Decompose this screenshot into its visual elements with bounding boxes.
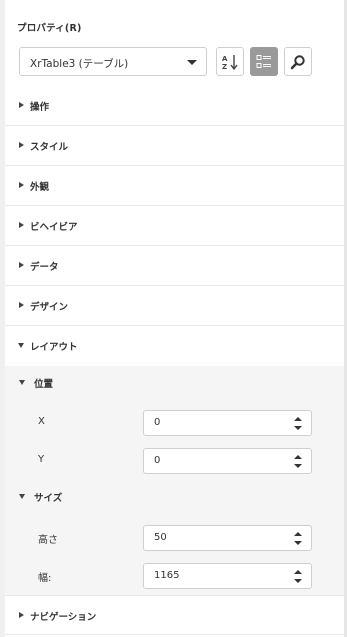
section-actions[interactable]: 操作	[5, 86, 344, 126]
section-label: スタイル	[30, 142, 69, 153]
chevron-right-icon	[19, 612, 24, 618]
section-label: 外観	[30, 182, 50, 193]
section-label: ビヘイビア	[30, 222, 78, 233]
spin-up-icon[interactable]	[294, 417, 302, 421]
subsection-label: サイズ	[34, 493, 63, 504]
spin-down-icon[interactable]	[294, 541, 302, 545]
y-value: 0	[154, 455, 161, 466]
property-row-width: 幅: 1165	[5, 563, 344, 589]
chevron-down-icon	[19, 380, 25, 385]
property-row-height: 高さ 50	[5, 525, 344, 551]
property-label: 幅:	[38, 573, 52, 584]
width-input[interactable]: 1165	[143, 563, 312, 589]
property-label: 高さ	[38, 535, 58, 546]
chevron-right-icon	[19, 262, 24, 268]
spin-up-icon[interactable]	[294, 532, 302, 536]
chevron-right-icon	[19, 102, 24, 108]
properties-panel: プロパティ(R) XrTable3 (テーブル) A Z 操作 スタイル 外観 …	[5, 0, 344, 637]
chevron-right-icon	[19, 182, 24, 188]
height-value: 50	[154, 532, 167, 543]
panel-title: プロパティ(R)	[17, 23, 82, 34]
chevron-down-icon	[187, 60, 197, 65]
section-design[interactable]: デザイン	[5, 286, 344, 326]
svg-text:A: A	[222, 55, 228, 63]
subsection-size[interactable]: サイズ	[5, 486, 344, 510]
section-layout[interactable]: レイアウト	[5, 326, 344, 366]
section-label: 操作	[30, 102, 50, 113]
section-data[interactable]: データ	[5, 246, 344, 286]
chevron-right-icon	[19, 222, 24, 228]
spin-down-icon[interactable]	[294, 579, 302, 583]
height-input[interactable]: 50	[143, 525, 312, 551]
section-behavior[interactable]: ビヘイビア	[5, 206, 344, 246]
x-input[interactable]: 0	[143, 410, 312, 436]
section-styles[interactable]: スタイル	[5, 126, 344, 166]
chevron-right-icon	[19, 142, 24, 148]
section-label: ナビゲーション	[30, 612, 97, 623]
svg-text:Z: Z	[222, 63, 227, 71]
section-appearance[interactable]: 外観	[5, 166, 344, 206]
spin-down-icon[interactable]	[294, 464, 302, 468]
categorized-view-button[interactable]	[250, 47, 278, 76]
sort-alpha-icon: A Z	[222, 54, 238, 71]
object-selector[interactable]: XrTable3 (テーブル)	[19, 47, 207, 76]
spin-up-icon[interactable]	[294, 570, 302, 574]
categorized-view-icon	[256, 54, 271, 68]
chevron-right-icon	[19, 302, 24, 308]
section-label: データ	[30, 262, 59, 273]
section-label: デザイン	[30, 302, 69, 313]
search-icon	[290, 54, 305, 69]
width-value: 1165	[154, 570, 180, 581]
object-selector-value: XrTable3 (テーブル)	[30, 58, 129, 70]
search-button[interactable]	[284, 47, 312, 76]
section-navigation[interactable]: ナビゲーション	[5, 595, 344, 635]
chevron-down-icon	[19, 494, 25, 499]
y-input[interactable]: 0	[143, 448, 312, 474]
spin-up-icon[interactable]	[294, 455, 302, 459]
section-label: レイアウト	[30, 342, 78, 353]
spin-down-icon[interactable]	[294, 426, 302, 430]
property-label: Y	[38, 454, 45, 465]
property-label: X	[38, 416, 45, 427]
x-value: 0	[154, 417, 161, 428]
property-row-x: X 0	[5, 410, 344, 436]
subsection-position[interactable]: 位置	[5, 372, 344, 396]
chevron-down-icon	[18, 343, 24, 348]
layout-section-body: 位置 X 0 Y 0 サイズ 高さ 50 幅: 1165	[5, 366, 344, 595]
sort-alphabetical-button[interactable]: A Z	[216, 47, 244, 76]
subsection-label: 位置	[34, 379, 54, 390]
property-row-y: Y 0	[5, 448, 344, 474]
